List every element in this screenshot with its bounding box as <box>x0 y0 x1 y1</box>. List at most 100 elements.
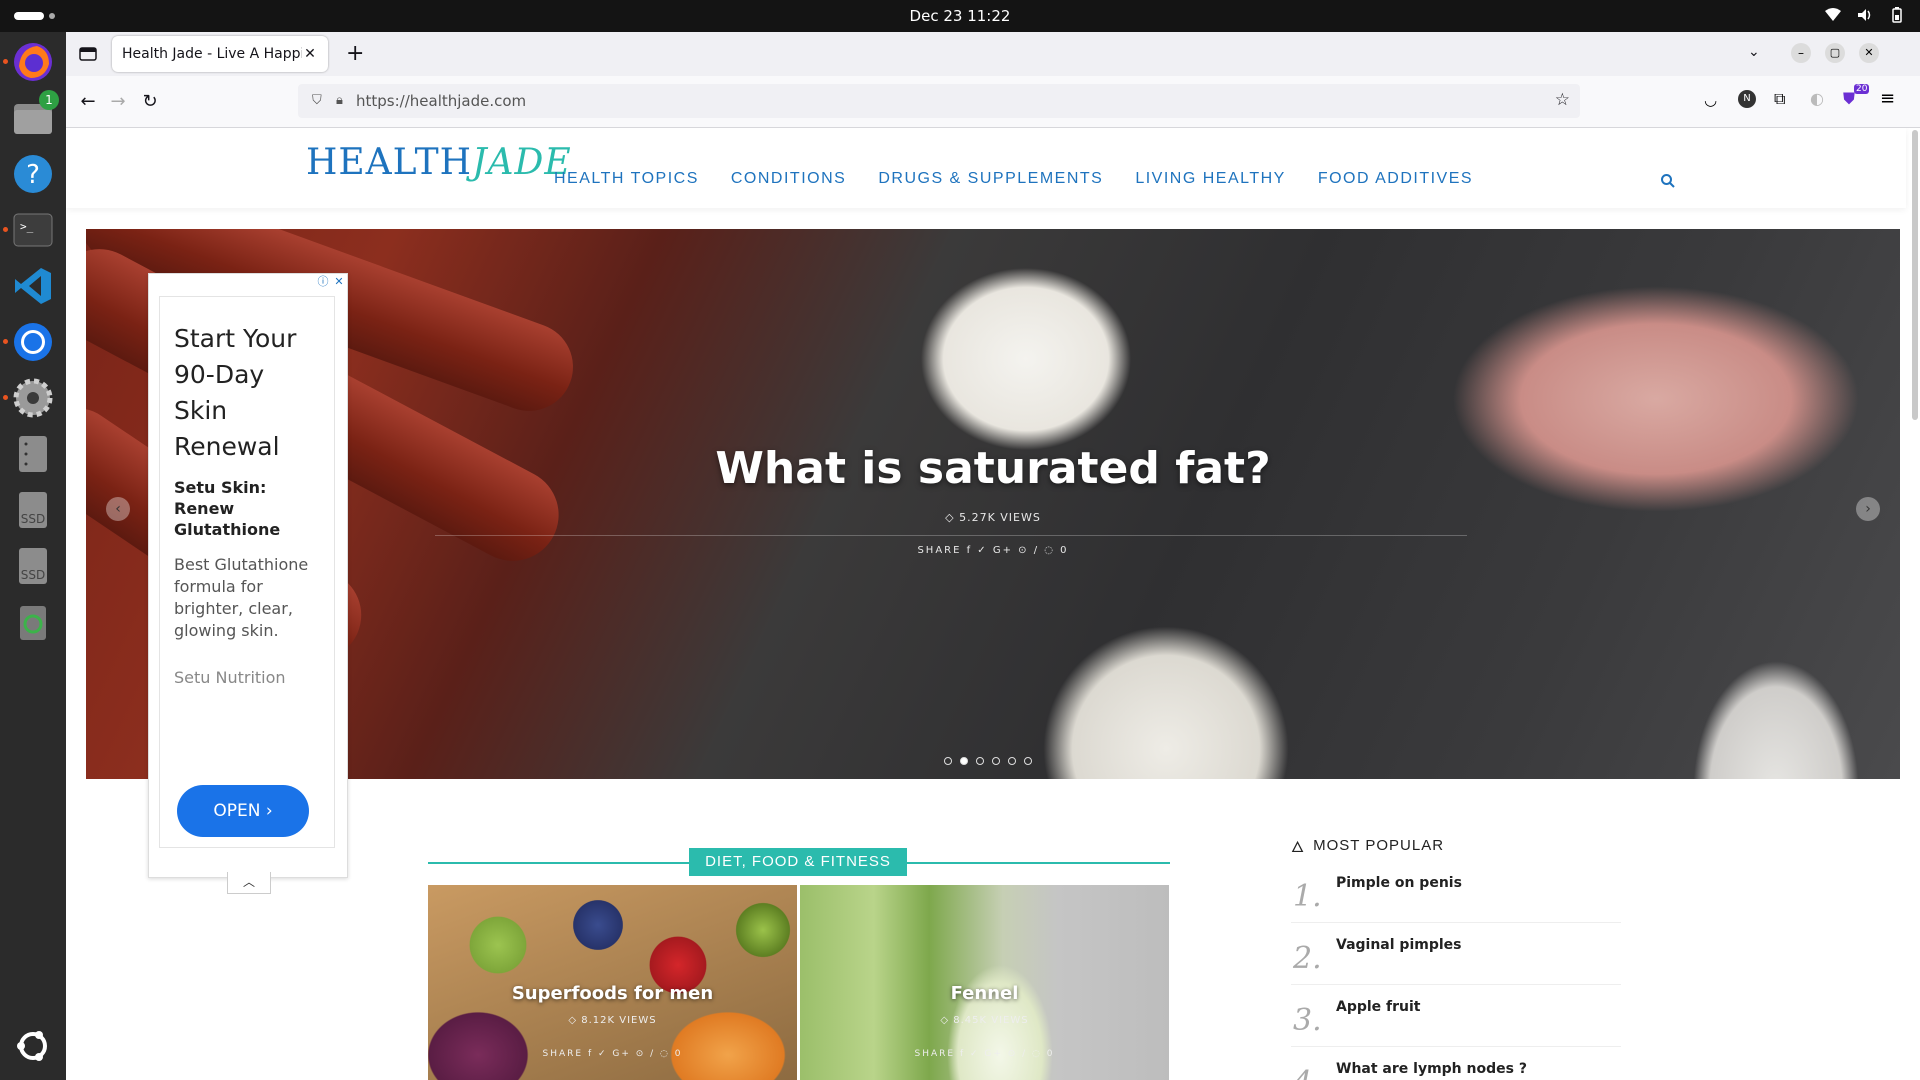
system-tray[interactable] <box>1824 6 1906 24</box>
slider-dot[interactable] <box>1024 757 1032 765</box>
popular-link[interactable]: Vaginal pimples <box>1336 937 1461 953</box>
slider-dot[interactable] <box>992 757 1000 765</box>
popular-link[interactable]: What are lymph nodes ? <box>1336 1061 1527 1077</box>
tab-health-jade[interactable]: Health Jade - Live A Happier ✕ <box>112 36 328 72</box>
dock-ssd-1[interactable]: SSD <box>9 486 57 534</box>
ad-info-icon[interactable]: ⓘ <box>315 274 331 290</box>
site-logo[interactable]: HEALTHJADE <box>306 142 572 183</box>
ad-headline[interactable]: Start Your 90-Day Skin Renewal <box>174 321 320 465</box>
account-icon[interactable]: N <box>1738 90 1756 108</box>
bookmark-star-icon[interactable]: ☆ <box>1555 90 1570 110</box>
list-tabs-icon[interactable]: ⌄ <box>1748 44 1760 60</box>
settings-gear-icon <box>13 378 53 418</box>
pocket-icon[interactable]: ◡ <box>1704 91 1717 109</box>
nav-conditions[interactable]: CONDITIONS <box>731 170 846 188</box>
dock-terminal[interactable]: >_ <box>3 206 57 254</box>
hero-title[interactable]: What is saturated fat? <box>86 443 1900 494</box>
card-share-bar[interactable]: SHARE f ✓ G+ ⊙ / ◌ 0 <box>428 1049 797 1059</box>
section-label[interactable]: DIET, FOOD & FITNESS <box>689 848 907 876</box>
card-title[interactable]: Fennel <box>800 983 1169 1004</box>
ad-open-button[interactable]: OPEN › <box>177 785 309 837</box>
popular-rank: 3. <box>1293 1003 1322 1038</box>
close-tab-icon[interactable]: ✕ <box>302 46 318 62</box>
trash-icon <box>20 606 46 640</box>
ad-collapse-chevron-up-icon[interactable]: ︿ <box>227 872 271 894</box>
popular-item[interactable]: 1. Pimple on penis <box>1291 861 1621 923</box>
dock-ssd-2[interactable]: SSD <box>9 542 57 590</box>
slider-next-icon[interactable]: › <box>1856 497 1880 521</box>
vscode-icon <box>15 268 51 304</box>
dock-drive[interactable] <box>9 430 57 478</box>
nav-food-additives[interactable]: FOOD ADDITIVES <box>1318 170 1473 188</box>
terminal-icon: >_ <box>13 213 53 247</box>
ad-content: Start Your 90-Day Skin Renewal Setu Skin… <box>159 296 335 848</box>
dock-chrome[interactable] <box>3 318 57 366</box>
hero-slider[interactable]: What is saturated fat? ◇ 5.27K VIEWS SHA… <box>86 229 1900 779</box>
menu-hamburger-icon[interactable]: ≡ <box>1880 88 1895 109</box>
ubuntu-logo-icon <box>17 1031 47 1061</box>
popular-item[interactable]: 3. Apple fruit <box>1291 985 1621 1047</box>
nav-health-topics[interactable]: HEALTH TOPICS <box>554 170 699 188</box>
hero-share-bar[interactable]: SHARE f ✓ G+ ⊙ / ◌ 0 <box>86 545 1900 556</box>
popular-link[interactable]: Pimple on penis <box>1336 875 1462 891</box>
most-popular-title: MOST POPULAR <box>1313 837 1445 854</box>
slider-dot[interactable] <box>1008 757 1016 765</box>
running-indicator <box>3 227 8 232</box>
slider-prev-icon[interactable]: ‹ <box>106 497 130 521</box>
slider-dot[interactable] <box>976 757 984 765</box>
running-indicator <box>3 339 8 344</box>
maximize-icon[interactable]: ▢ <box>1825 43 1845 63</box>
card-views: ◇ 8.12K VIEWS <box>568 1015 657 1026</box>
web-page: HEALTHJADE HEALTH TOPICS CONDITIONS DRUG… <box>66 128 1920 1080</box>
running-indicator <box>3 395 8 400</box>
tracking-shield-icon[interactable]: ⛉ <box>312 93 322 108</box>
tab-bar: Health Jade - Live A Happier ✕ + ⌄ – ▢ ✕ <box>66 32 1920 76</box>
hero-views: ◇ 5.27K VIEWS <box>945 511 1041 524</box>
ad-controls: ⓘ ✕ <box>315 274 347 290</box>
moon-extension-icon[interactable]: ◐ <box>1810 89 1824 108</box>
firefox-view-icon[interactable] <box>78 44 98 64</box>
close-window-icon[interactable]: ✕ <box>1859 43 1879 63</box>
popular-rank: 1. <box>1293 879 1322 914</box>
forward-arrow-icon[interactable]: → <box>104 88 132 116</box>
new-tab-icon[interactable]: + <box>346 41 364 66</box>
search-icon[interactable] <box>1660 173 1676 193</box>
url-text[interactable]: https://healthjade.com <box>356 92 526 110</box>
dock-show-apps[interactable] <box>9 1022 57 1070</box>
reload-icon[interactable]: ↻ <box>136 88 164 116</box>
wifi-icon <box>1824 6 1842 24</box>
ad-subhead: Setu Skin: Renew Glutathione <box>174 478 281 539</box>
nav-drugs-supplements[interactable]: DRUGS & SUPPLEMENTS <box>878 170 1103 188</box>
popular-item[interactable]: 2. Vaginal pimples <box>1291 923 1621 985</box>
ad-banner[interactable]: ⓘ ✕ Start Your 90-Day Skin Renewal Setu … <box>148 273 348 894</box>
url-bar[interactable]: ⛉ 🔒︎ https://healthjade.com ☆ <box>298 84 1580 118</box>
ad-close-icon[interactable]: ✕ <box>331 274 347 290</box>
page-scrollbar[interactable] <box>1912 130 1918 420</box>
slider-dot-active[interactable] <box>960 757 968 765</box>
lock-icon[interactable]: 🔒︎ <box>336 93 343 108</box>
site-header: HEALTHJADE HEALTH TOPICS CONDITIONS DRUG… <box>66 128 1906 208</box>
svg-text:?: ? <box>26 160 40 190</box>
popular-item[interactable]: 4. What are lymph nodes ? <box>1291 1047 1621 1080</box>
card-share-bar[interactable]: SHARE f ✓ G+ ⊙ / ◌ 0 <box>800 1049 1169 1059</box>
ad-open-label: OPEN <box>213 801 261 821</box>
dock-settings[interactable] <box>3 374 57 422</box>
dock-trash[interactable] <box>9 598 57 646</box>
nav-living-healthy[interactable]: LIVING HEALTHY <box>1135 170 1286 188</box>
dock-vscode[interactable] <box>9 262 57 310</box>
minimize-icon[interactable]: – <box>1791 43 1811 63</box>
article-card[interactable]: Superfoods for men ◇ 8.12K VIEWS SHARE f… <box>428 885 797 1080</box>
tab-title: Health Jade - Live A Happier <box>122 46 302 62</box>
help-icon: ? <box>14 155 52 193</box>
clock[interactable]: Dec 23 11:22 <box>0 7 1920 25</box>
article-card[interactable]: Fennel ◇ 8.45K VIEWS SHARE f ✓ G+ ⊙ / ◌ … <box>800 885 1169 1080</box>
slider-dot[interactable] <box>944 757 952 765</box>
ad-description: Best Glutathione formula for brighter, c… <box>174 555 309 640</box>
dock-firefox[interactable] <box>3 38 57 86</box>
back-arrow-icon[interactable]: ← <box>74 88 102 116</box>
popular-link[interactable]: Apple fruit <box>1336 999 1421 1015</box>
extensions-icon[interactable]: ⧉ <box>1774 89 1785 109</box>
dock-help[interactable]: ? <box>9 150 57 198</box>
card-title[interactable]: Superfoods for men <box>428 983 797 1004</box>
dock-files[interactable]: 1 <box>9 90 59 142</box>
